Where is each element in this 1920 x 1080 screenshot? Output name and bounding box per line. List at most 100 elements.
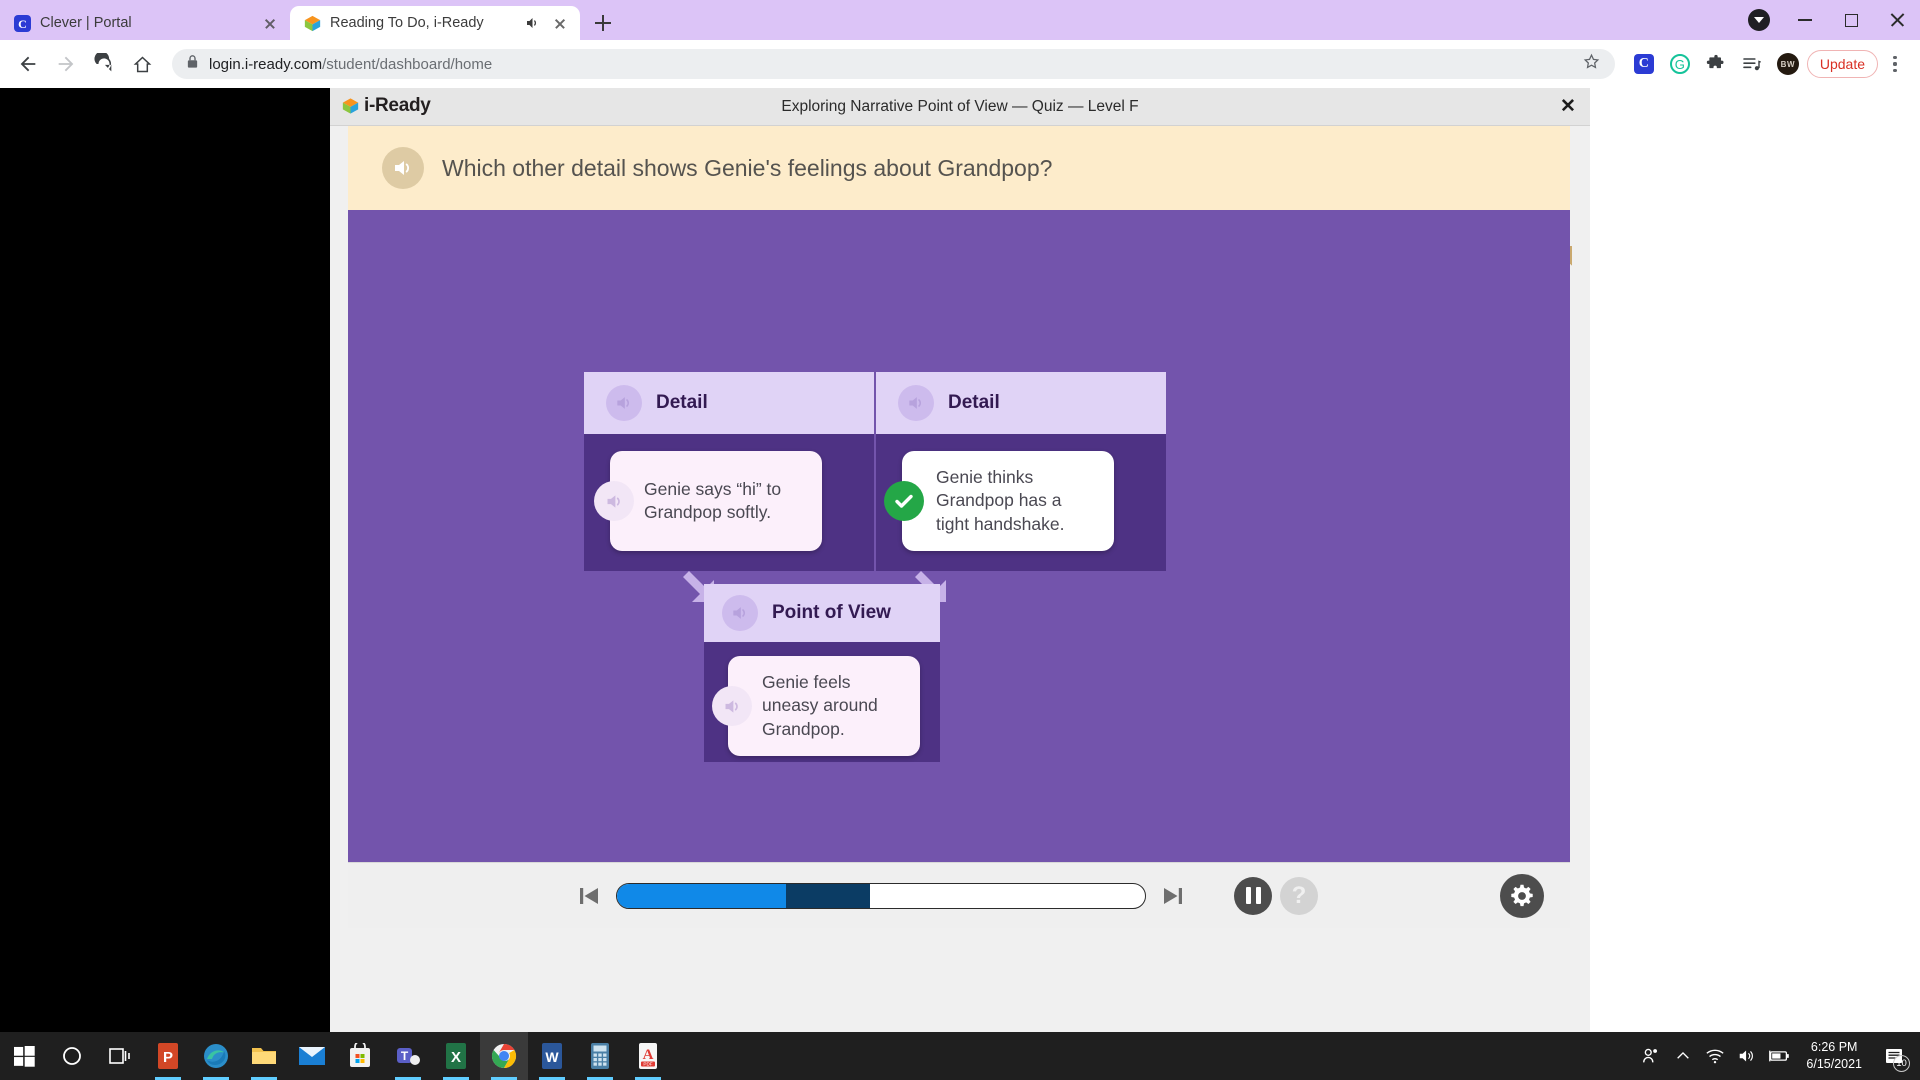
svg-text:W: W	[545, 1049, 559, 1065]
detail-speaker-icon[interactable]	[898, 385, 934, 421]
browser-tab-title: Reading To Do, i-Ready	[330, 15, 484, 31]
point-of-view-label: Point of View	[772, 602, 891, 623]
profile-caret-badge[interactable]	[1736, 0, 1782, 40]
reading-list-icon[interactable]	[1735, 47, 1769, 81]
maximize-button[interactable]	[1828, 0, 1874, 40]
answer-option-1[interactable]: Genie says “hi” to Grandpop softly.	[594, 451, 822, 551]
point-of-view-header: Point of View	[704, 584, 940, 642]
url-path: /student/dashboard/home	[322, 55, 493, 73]
adobe-reader-taskbar-icon[interactable]: A PDF	[624, 1032, 672, 1080]
volume-icon[interactable]	[1732, 1032, 1762, 1080]
cortana-search-button[interactable]	[48, 1032, 96, 1080]
extensions-puzzle-icon[interactable]	[1699, 47, 1733, 81]
check-circle-icon	[884, 481, 924, 521]
detail-speaker-icon[interactable]	[606, 385, 642, 421]
home-button[interactable]	[124, 46, 160, 82]
answer-speaker-icon[interactable]	[594, 481, 634, 521]
iready-lesson-modal: Exploring Narrative Point of View — Quiz…	[330, 88, 1590, 1032]
address-bar[interactable]: login.i-ready.com/student/dashboard/home	[172, 49, 1615, 79]
windows-taskbar: P T X W A PDF 6:26 PM 6/15/2021 10	[0, 1032, 1920, 1080]
word-taskbar-icon[interactable]: W	[528, 1032, 576, 1080]
microsoft-store-taskbar-icon[interactable]	[336, 1032, 384, 1080]
detail-column-left: Detail Genie says “hi” to Grandpop softl…	[584, 372, 874, 571]
show-hidden-icons-chevron-up-icon[interactable]	[1668, 1032, 1698, 1080]
profile-avatar[interactable]: BW	[1771, 47, 1805, 81]
excel-taskbar-icon[interactable]: X	[432, 1032, 480, 1080]
minimize-button[interactable]	[1782, 0, 1828, 40]
pov-speaker-icon[interactable]	[722, 595, 758, 631]
back-button[interactable]	[10, 46, 46, 82]
detail-body-right: Genie thinks Grandpop has a tight handsh…	[876, 434, 1166, 571]
mail-taskbar-icon[interactable]	[288, 1032, 336, 1080]
help-button[interactable]: ?	[1280, 876, 1318, 915]
grammarly-extension-glyph: G	[1669, 54, 1690, 74]
tab-close-icon[interactable]	[550, 13, 570, 33]
pause-button[interactable]	[1234, 876, 1272, 915]
tab-strip: C Clever | Portal Reading To Do, i-Ready	[0, 0, 1920, 40]
skip-forward-button[interactable]	[1160, 883, 1186, 909]
browser-toolbar: login.i-ready.com/student/dashboard/home…	[0, 40, 1920, 88]
grammarly-extension-icon[interactable]: G	[1663, 47, 1697, 81]
task-view-button[interactable]	[96, 1032, 144, 1080]
powerpoint-taskbar-icon[interactable]: P	[144, 1032, 192, 1080]
answer-option-2[interactable]: Genie thinks Grandpop has a tight handsh…	[884, 451, 1114, 551]
calculator-taskbar-icon[interactable]	[576, 1032, 624, 1080]
taskbar-clock[interactable]: 6:26 PM 6/15/2021	[1796, 1039, 1872, 1073]
update-button[interactable]: Update	[1806, 50, 1878, 78]
svg-text:A: A	[643, 1047, 654, 1063]
start-button[interactable]	[0, 1032, 48, 1080]
url-host: login.i-ready.com	[209, 55, 323, 73]
wifi-icon[interactable]	[1700, 1032, 1730, 1080]
close-lesson-button[interactable]: ✕	[1556, 94, 1580, 118]
browser-tab-clever[interactable]: C Clever | Portal	[0, 6, 290, 40]
address-bar-url: login.i-ready.com/student/dashboard/home	[209, 56, 492, 73]
clock-time: 6:26 PM	[1810, 1040, 1858, 1055]
progress-buffered-segment	[785, 883, 871, 908]
lesson-progress-bar[interactable]	[616, 882, 1146, 909]
people-icon[interactable]	[1636, 1032, 1666, 1080]
window-controls	[1736, 0, 1920, 40]
detail-label: Detail	[656, 392, 708, 413]
iready-cube-icon	[342, 97, 359, 115]
reload-button[interactable]	[86, 46, 122, 82]
skip-back-button[interactable]	[576, 883, 602, 909]
detail-column-right: Detail Genie thinks Grandpop has a tight…	[876, 372, 1166, 571]
file-explorer-taskbar-icon[interactable]	[240, 1032, 288, 1080]
answer-text: Genie thinks Grandpop has a tight handsh…	[936, 467, 1065, 534]
notifications-button[interactable]: 10	[1874, 1032, 1914, 1080]
edge-taskbar-icon[interactable]	[192, 1032, 240, 1080]
lesson-title: Exploring Narrative Point of View — Quiz…	[781, 98, 1139, 115]
new-tab-button[interactable]	[586, 6, 620, 40]
answer-text: Genie says “hi” to Grandpop softly.	[644, 478, 782, 522]
clever-favicon-icon: C	[14, 14, 31, 32]
pov-statement-speaker-icon[interactable]	[712, 686, 752, 726]
point-of-view-diagram: Detail Genie says “hi” to Grandpop softl…	[584, 372, 1166, 832]
progress-played-segment	[617, 883, 786, 908]
detail-header-left: Detail	[584, 372, 874, 434]
svg-text:PDF: PDF	[643, 1062, 652, 1067]
question-speaker-icon[interactable]	[382, 147, 424, 189]
clever-extension-icon[interactable]: C	[1627, 47, 1661, 81]
forward-button[interactable]	[48, 46, 84, 82]
bookmark-star-icon[interactable]	[1582, 52, 1601, 76]
chrome-menu-button[interactable]	[1880, 47, 1910, 81]
page-viewport: har and Gen ask clos swe nov he Explorin…	[0, 88, 1920, 1032]
point-of-view-column: Point of View Genie feels uneasy around …	[704, 584, 940, 762]
svg-text:P: P	[163, 1049, 173, 1066]
point-of-view-statement-text: Genie feels uneasy around Grandpop.	[762, 672, 878, 739]
lesson-player-bar: ?	[348, 862, 1570, 928]
tab-audio-playing-icon[interactable]	[523, 14, 541, 32]
browser-tab-title: Clever | Portal	[40, 15, 132, 31]
settings-button[interactable]	[1500, 873, 1544, 918]
close-window-button[interactable]	[1874, 0, 1920, 40]
teams-taskbar-icon[interactable]: T	[384, 1032, 432, 1080]
chrome-taskbar-icon[interactable]	[480, 1032, 528, 1080]
battery-charging-icon[interactable]	[1764, 1032, 1794, 1080]
tab-close-icon[interactable]	[260, 13, 280, 33]
quiz-stage: Detail Genie says “hi” to Grandpop softl…	[348, 210, 1570, 862]
svg-text:C: C	[18, 17, 27, 31]
browser-tab-iready[interactable]: Reading To Do, i-Ready	[290, 6, 580, 40]
clock-date: 6/15/2021	[1806, 1057, 1862, 1071]
detail-header-right: Detail	[876, 372, 1166, 434]
iready-logo-text: i-Ready	[364, 95, 431, 116]
